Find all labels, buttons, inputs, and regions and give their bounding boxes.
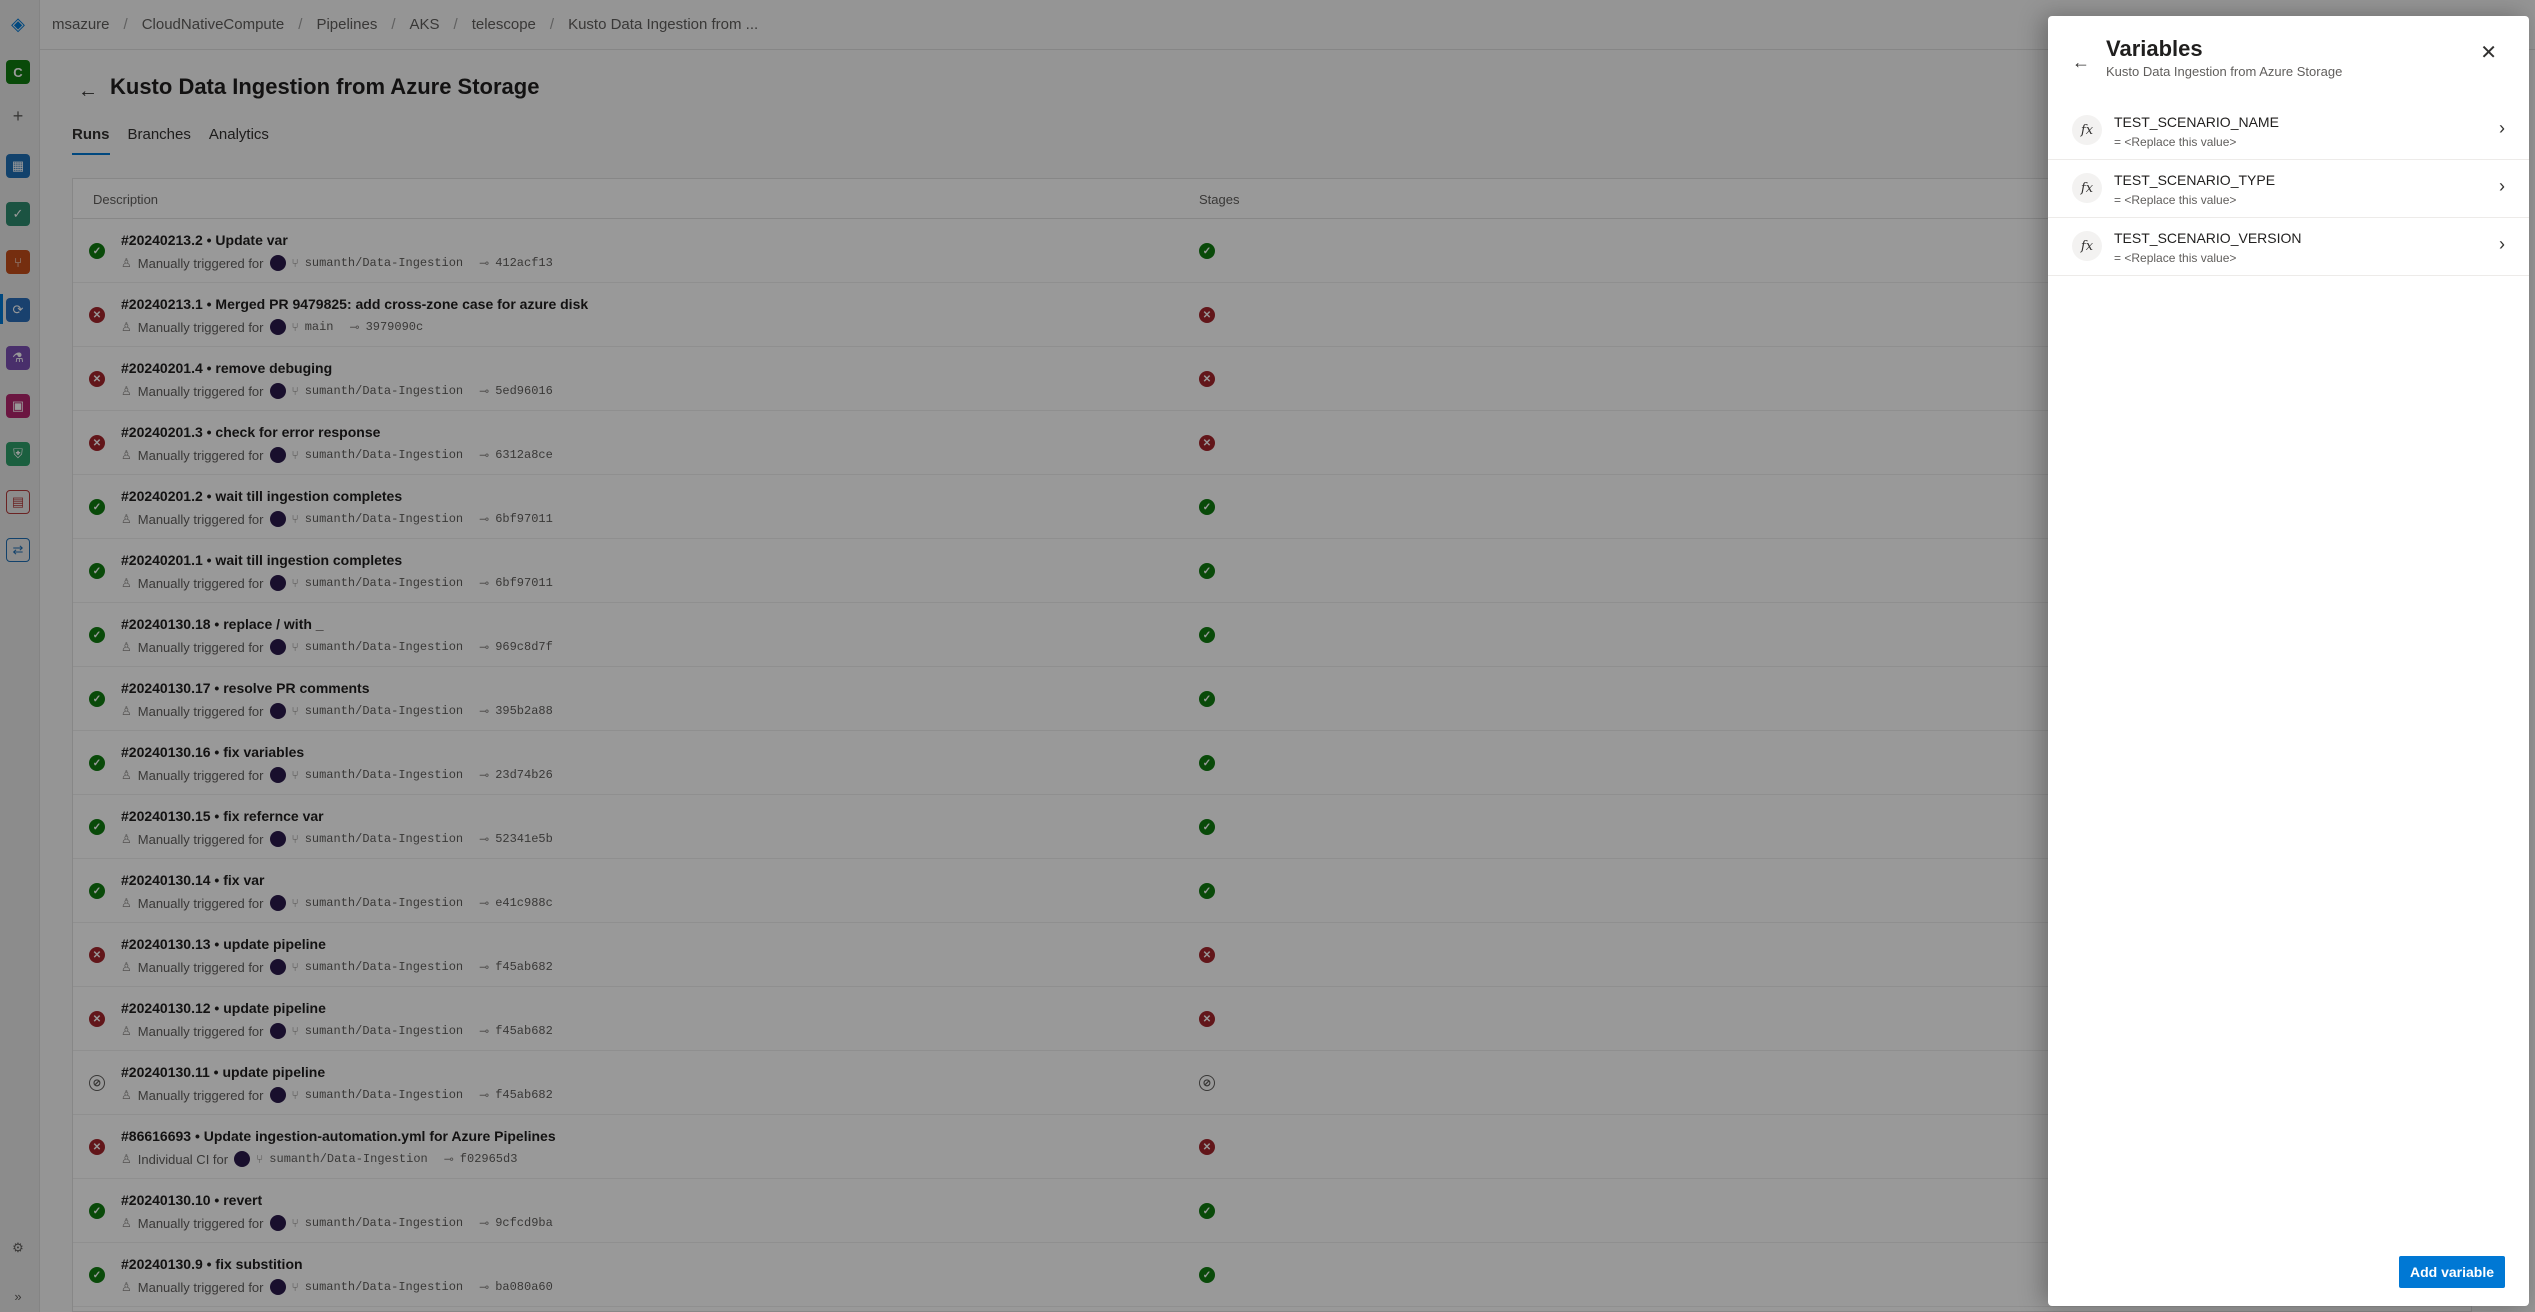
fx-icon: fx <box>2072 115 2102 145</box>
close-icon[interactable]: ✕ <box>2480 40 2497 65</box>
variable-name: TEST_SCENARIO_NAME <box>2114 114 2279 130</box>
panel-subtitle: Kusto Data Ingestion from Azure Storage <box>2106 64 2343 79</box>
panel-title: Variables <box>2106 36 2203 61</box>
variable-value: = <Replace this value> <box>2114 193 2237 207</box>
variable-name: TEST_SCENARIO_TYPE <box>2114 172 2276 188</box>
fx-icon: fx <box>2072 231 2102 261</box>
variable-row[interactable]: fx TEST_SCENARIO_TYPE = <Replace this valu… <box>2048 160 2529 218</box>
variable-list: fx TEST_SCENARIO_NAME = <Replace this valu… <box>2048 102 2529 276</box>
variable-row[interactable]: fx TEST_SCENARIO_VERSION = <Replace this v… <box>2048 218 2529 276</box>
variable-value: = <Replace this value> <box>2114 135 2237 149</box>
chevron-right-icon[interactable]: › <box>2499 118 2505 139</box>
fx-icon: fx <box>2072 173 2102 203</box>
add-variable-button[interactable]: Add variable <box>2399 1256 2505 1288</box>
variable-row[interactable]: fx TEST_SCENARIO_NAME = <Replace this valu… <box>2048 102 2529 160</box>
panel-back-arrow-icon[interactable]: ← <box>2072 52 2090 73</box>
chevron-right-icon[interactable]: › <box>2499 176 2505 197</box>
variable-name: TEST_SCENARIO_VERSION <box>2114 230 2302 246</box>
chevron-right-icon[interactable]: › <box>2499 234 2505 255</box>
variable-value: = <Replace this value> <box>2114 251 2237 265</box>
variables-panel: ← Variables Kusto Data Ingestion from Az… <box>2048 16 2529 1306</box>
